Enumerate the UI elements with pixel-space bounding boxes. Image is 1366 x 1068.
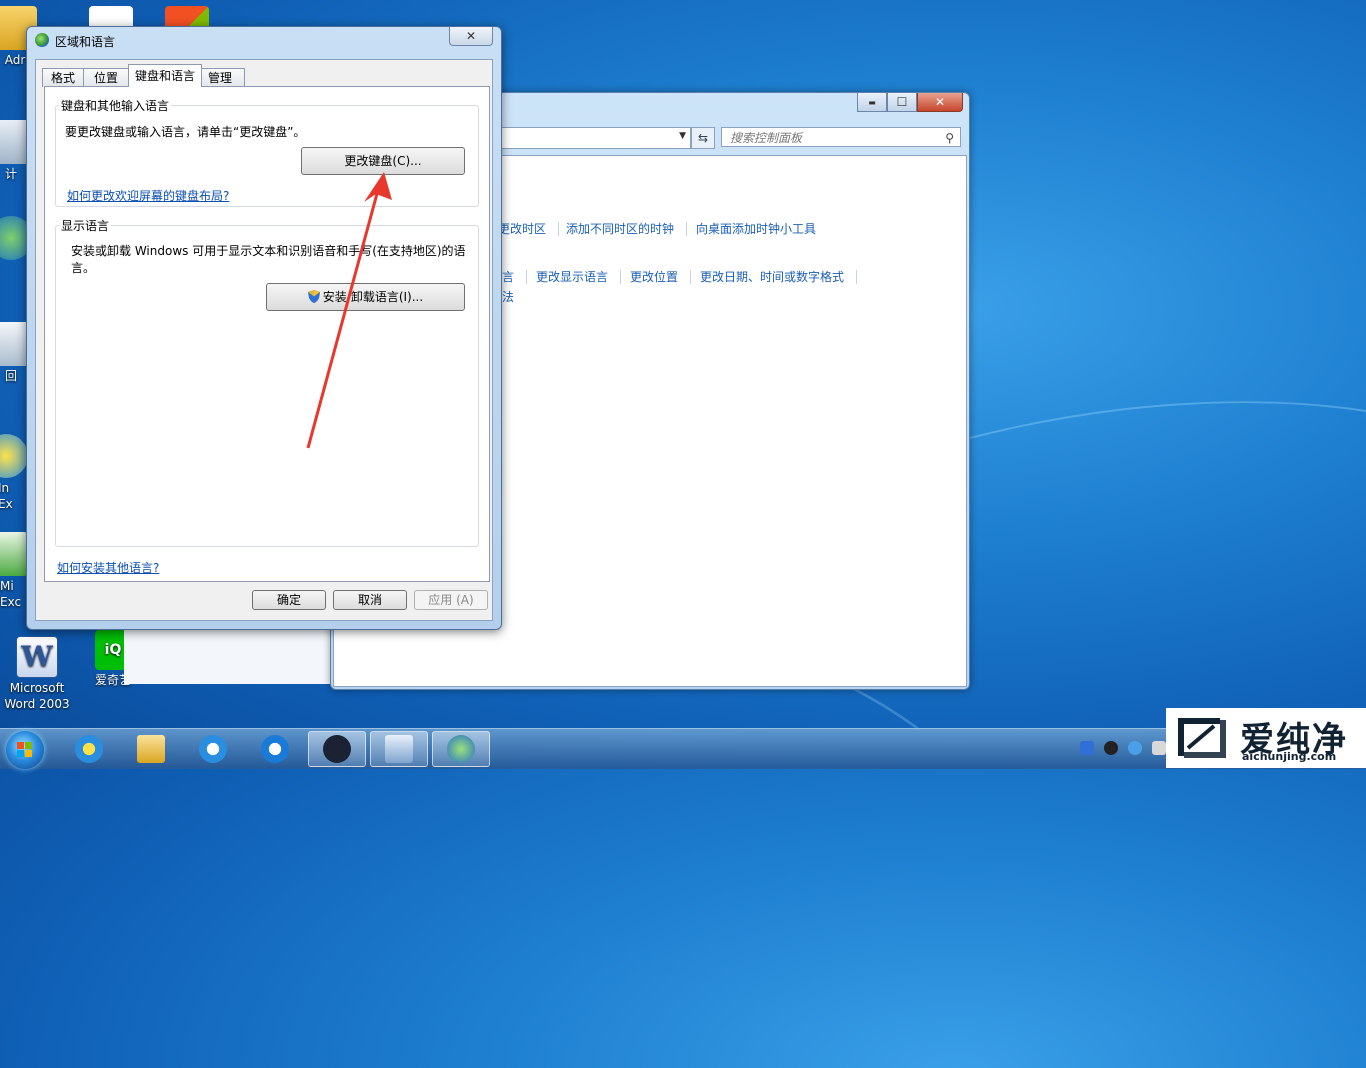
close-button[interactable]: ✕ (917, 93, 963, 112)
separator (620, 270, 621, 284)
link-change-location[interactable]: 更改位置 (630, 268, 678, 285)
system-tray (1080, 741, 1166, 755)
search-icon[interactable]: ⚲ (945, 128, 954, 148)
change-keyboards-button[interactable]: 更改键盘(C)... (301, 147, 465, 175)
refresh-icon[interactable]: ⇆ (691, 127, 715, 149)
tab-administrative[interactable]: 管理 (201, 68, 246, 87)
desktop-icon-label: Microsoft Word 2003 (4, 681, 70, 711)
close-button[interactable]: ✕ (449, 27, 493, 46)
link-add-clocks[interactable]: 添加不同时区的时钟 (566, 220, 674, 237)
ie-icon (75, 735, 103, 763)
ie-icon (0, 434, 28, 478)
browser-e-icon (261, 735, 289, 763)
taskbar-region-language-button[interactable] (432, 731, 490, 767)
ok-button[interactable]: 确定 (252, 590, 326, 610)
display-language-group (55, 225, 479, 547)
desktop-icon-label: In Ex (0, 481, 13, 511)
watermark-logo-icon (1178, 718, 1226, 758)
tab-page: 键盘和其他输入语言 要更改键盘或输入语言，请单击“更改键盘”。 更改键盘(C).… (44, 86, 490, 582)
display-language-description-line2: 言。 (71, 261, 96, 275)
maximize-button[interactable]: ☐ (887, 93, 917, 112)
separator (690, 270, 691, 284)
link-change-display-language[interactable]: 更改显示语言 (536, 268, 608, 285)
ime-icon[interactable] (1128, 741, 1142, 755)
link-change-date-format[interactable]: 更改日期、时间或数字格式 (700, 268, 844, 285)
taskbar-browser2-button[interactable] (246, 731, 304, 767)
minimize-button[interactable]: ▬ (857, 93, 887, 112)
cancel-button[interactable]: 取消 (333, 590, 407, 610)
search-placeholder: 搜索控制面板 (730, 131, 803, 145)
globe-icon (447, 735, 475, 763)
display-language-group-label: 显示语言 (59, 217, 112, 234)
taskbar (0, 728, 1366, 769)
desktop-icon-label: 计 (4, 167, 17, 181)
start-button[interactable] (6, 731, 44, 769)
taskbar-explorer-button[interactable] (122, 731, 180, 767)
caption-buttons: ▬ ☐ ✕ (857, 93, 963, 112)
address-bar[interactable]: ▼ (499, 127, 691, 149)
install-uninstall-languages-button[interactable]: 安装/卸载语言(I)... (266, 283, 465, 311)
taskbar-browser-button[interactable] (184, 731, 242, 767)
link-input-method-fragment[interactable]: 法 (502, 288, 514, 305)
link-language-fragment[interactable]: 言 (502, 268, 514, 285)
folder-icon (137, 735, 165, 763)
qq-icon[interactable] (1104, 741, 1118, 755)
security-icon[interactable] (1080, 741, 1094, 755)
tab-location[interactable]: 位置 (83, 68, 130, 87)
globe-icon (35, 33, 49, 47)
separator (856, 270, 857, 284)
tab-formats[interactable]: 格式 (42, 68, 85, 87)
app-circle-icon (323, 735, 351, 763)
search-input[interactable]: 搜索控制面板 ⚲ (721, 127, 961, 147)
taskbar-ie-button[interactable] (60, 731, 118, 767)
link-add-clock-gadget[interactable]: 向桌面添加时钟小工具 (696, 220, 816, 237)
apply-button[interactable]: 应用 (A) (414, 590, 488, 610)
welcome-keyboard-layout-link[interactable]: 如何更改欢迎屏幕的键盘布局? (67, 187, 229, 204)
dropdown-arrow-icon[interactable]: ▼ (679, 131, 686, 141)
region-language-dialog[interactable]: 区域和语言 ✕ 格式 位置 键盘和语言 管理 键盘和其他输入语言 要更改键盘或输… (26, 26, 502, 630)
desktop-icon-label: Adr (4, 53, 26, 67)
word-icon: W (16, 636, 58, 678)
desktop-icon-label: 回 (4, 369, 17, 383)
dialog-client-area: 格式 位置 键盘和语言 管理 键盘和其他输入语言 要更改键盘或输入语言，请单击“… (35, 59, 493, 621)
background-window-strip (124, 622, 330, 684)
watermark-url: aichunjing.com (1242, 750, 1337, 763)
uac-shield-icon (307, 290, 320, 303)
excel-icon (0, 532, 28, 576)
install-other-languages-link[interactable]: 如何安装其他语言? (57, 559, 159, 576)
separator (526, 270, 527, 284)
desktop-icon-label: Mi Exc (0, 579, 22, 609)
separator (558, 222, 559, 236)
install-uninstall-label: 安装/卸载语言(I)... (322, 290, 424, 304)
browser-e-icon (199, 735, 227, 763)
display-language-description-line1: 安装或卸载 Windows 可用于显示文本和识别语音和手写(在支持地区)的语 (71, 244, 466, 258)
volume-icon[interactable] (1152, 741, 1166, 755)
tab-strip: 格式 位置 键盘和语言 管理 (42, 64, 246, 87)
tab-keyboards-languages[interactable]: 键盘和语言 (128, 64, 203, 87)
taskbar-control-panel-button[interactable] (370, 731, 428, 767)
windows-flag-icon (17, 742, 32, 757)
separator (686, 222, 687, 236)
keyboards-group-label: 键盘和其他输入语言 (59, 97, 172, 114)
dialog-title: 区域和语言 (55, 35, 116, 49)
control-panel-icon (385, 735, 413, 763)
watermark: 爱纯净 aichunjing.com (1166, 708, 1366, 768)
link-change-timezone[interactable]: 更改时区 (498, 220, 546, 237)
taskbar-app-button[interactable] (308, 731, 366, 767)
desktop-icon-word[interactable]: W Microsoft Word 2003 (2, 636, 72, 712)
keyboards-description: 要更改键盘或输入语言，请单击“更改键盘”。 (65, 125, 306, 139)
